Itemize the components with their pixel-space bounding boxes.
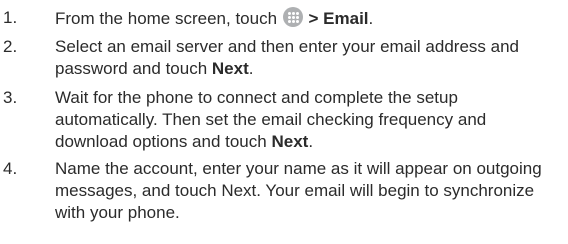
step-number: 1. [3,8,18,27]
step-number: 3. [3,88,18,107]
step-text: Select an email server and then enter yo… [55,36,562,80]
step-number: 4. [3,159,18,178]
step-2-period: . [248,59,254,78]
step-2-next: Next [211,59,249,78]
step-1-text: From the home screen, touch [55,9,278,28]
step-text: Name the account, enter your name as it … [55,159,542,222]
step-text: Wait for the phone to connect and comple… [55,87,562,153]
instruction-steps: 1. From the home screen, touch > Email. … [0,0,568,244]
step-3-period: . [308,132,314,151]
step-4: 4. Name the account, enter your name as … [0,158,562,224]
step-text: From the home screen, touch > Email. [55,7,562,30]
step-2: 2. Select an email server and then enter… [0,36,562,80]
step-1-menu-path: > Email [308,9,369,28]
apps-grid-icon [282,7,303,27]
step-1-period: . [368,9,374,28]
step-2-text: Select an email server and then enter yo… [55,37,519,78]
step-1: 1. From the home screen, touch > Email. [0,7,562,30]
step-3-next: Next [271,132,309,151]
step-number: 2. [3,37,18,56]
step-3: 3. Wait for the phone to connect and com… [0,87,562,153]
